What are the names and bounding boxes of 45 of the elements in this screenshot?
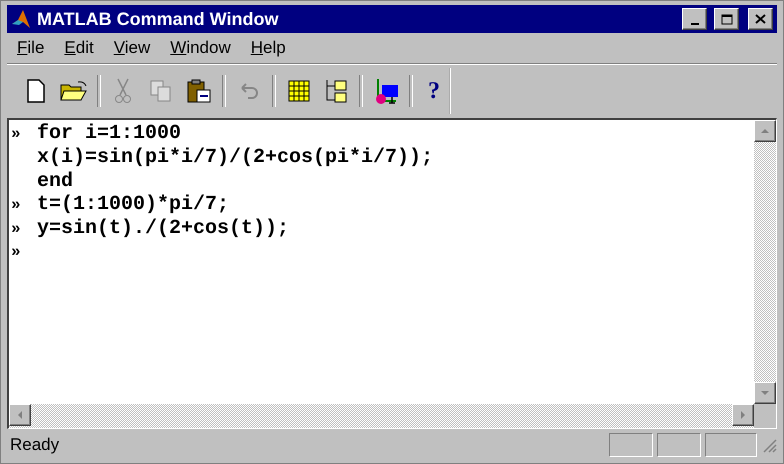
scroll-down-button[interactable] bbox=[754, 382, 776, 404]
prompt: » bbox=[11, 220, 22, 238]
menu-item[interactable]: Help bbox=[242, 36, 294, 60]
menu-item[interactable]: View bbox=[106, 36, 158, 60]
code-line: t=(1:1000)*pi/7; bbox=[37, 193, 230, 216]
clipboard-icon bbox=[186, 78, 212, 104]
command-console[interactable]: » for i=1:1000 x(i)=sin(pi*i/7)/(2+cos(pi*i/7)); end » t=(1:1000)*pi/7; » y=sin(t)./(2+cos(t)); » bbox=[9, 120, 754, 404]
prompt: » bbox=[11, 124, 22, 143]
grid-icon bbox=[288, 80, 310, 102]
resize-grip-icon bbox=[761, 437, 777, 453]
status-pane bbox=[705, 433, 757, 457]
scroll-left-button[interactable] bbox=[9, 404, 31, 426]
scroll-right-button[interactable] bbox=[732, 404, 754, 426]
folder-icon bbox=[60, 80, 88, 102]
minimize-icon bbox=[690, 23, 698, 25]
scroll-up-button[interactable] bbox=[754, 120, 776, 142]
status-pane bbox=[657, 433, 701, 457]
window-title: MATLAB Command Window bbox=[37, 8, 280, 30]
menu-item[interactable]: File bbox=[9, 36, 52, 60]
right-arrow-icon bbox=[738, 410, 748, 420]
prompt: » bbox=[11, 196, 22, 214]
status-pane bbox=[609, 433, 653, 457]
close-button[interactable] bbox=[748, 8, 773, 30]
folder-tree-icon bbox=[324, 78, 348, 104]
code-line: for i=1:1000 bbox=[37, 122, 182, 146]
maximize-button[interactable] bbox=[714, 8, 739, 30]
up-arrow-icon bbox=[760, 126, 770, 136]
down-arrow-icon bbox=[760, 388, 770, 398]
peak-logo-icon bbox=[11, 9, 31, 29]
scissors-icon bbox=[114, 78, 132, 104]
new-file-icon bbox=[26, 79, 46, 103]
help-button[interactable]: ? bbox=[419, 74, 449, 108]
code-line: y=sin(t)./(2+cos(t)); bbox=[37, 217, 290, 240]
maximize-icon bbox=[720, 14, 732, 24]
vertical-scrollbar[interactable] bbox=[754, 120, 776, 404]
copy-icon bbox=[149, 79, 174, 103]
prompt: » bbox=[11, 243, 22, 262]
horizontal-scrollbar[interactable] bbox=[9, 404, 754, 428]
status-text: Ready bbox=[9, 435, 60, 455]
code-line: x(i)=sin(pi*i/7)/(2+cos(pi*i/7)); bbox=[37, 146, 434, 170]
menu-item[interactable]: Edit bbox=[56, 36, 102, 60]
minimize-button[interactable] bbox=[682, 8, 707, 30]
code-line: end bbox=[37, 170, 74, 193]
close-icon bbox=[755, 14, 766, 24]
menu-item[interactable]: Window bbox=[162, 36, 239, 60]
